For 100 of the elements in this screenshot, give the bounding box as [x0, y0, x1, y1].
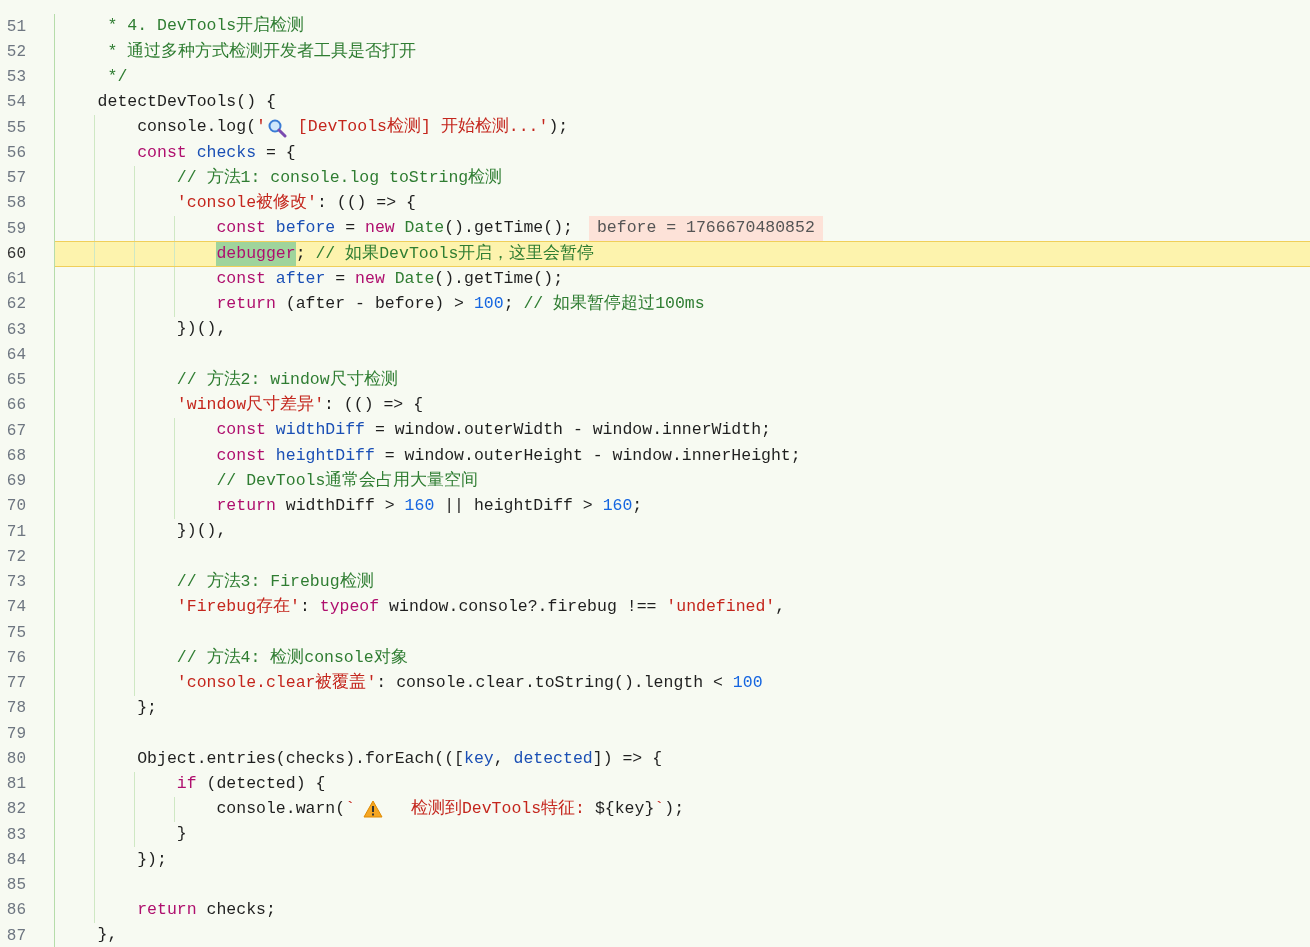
line-number: 74 — [5, 597, 26, 619]
line-number: 82 — [5, 799, 26, 821]
line-number: 87 — [5, 925, 26, 947]
code-text: (after - before) > — [284, 293, 465, 315]
code-text: ; — [295, 242, 307, 265]
line-number: 63 — [5, 319, 26, 341]
variable-text: after — [275, 267, 326, 290]
line-number: 69 — [5, 471, 26, 493]
code-text: })(), — [176, 520, 227, 543]
line-number: 53 — [5, 67, 26, 89]
number-text: 100 — [473, 293, 504, 315]
code-text: })(), — [176, 318, 227, 341]
highlighted-keyword: debugger — [216, 241, 296, 267]
code-text: ]) => { — [592, 747, 663, 770]
code-text: ; — [503, 293, 515, 315]
keyword-text: const — [216, 419, 267, 442]
string-text: 'window尺寸差异' — [176, 394, 325, 416]
code-text: }, — [97, 924, 118, 947]
keyword-text: const — [216, 217, 267, 240]
line-number: 83 — [5, 824, 26, 846]
line-number: 54 — [5, 92, 26, 114]
number-text: 160 — [404, 495, 435, 517]
line-number: 67 — [5, 420, 26, 442]
comment-text: * 通过多种方式检测开发者工具是否打开 — [107, 40, 417, 63]
line-number: 55 — [5, 117, 26, 139]
string-text: 'Firebug存在' — [176, 596, 300, 618]
line-number: 58 — [5, 193, 26, 215]
code-text: }); — [137, 848, 167, 871]
code-text: ; — [632, 495, 643, 517]
code-text: ().getTime(); — [434, 267, 564, 290]
keyword-text: const — [216, 444, 267, 467]
type-text: Date — [394, 267, 435, 290]
comment-text: // 方法2: window尺寸检测 — [176, 368, 398, 391]
line-number: 75 — [5, 622, 26, 644]
line-number: 76 — [5, 647, 26, 669]
string-text: [DevTools检测] 开始检测...' — [296, 116, 549, 139]
code-text: (detected) { — [205, 772, 326, 795]
code-text: : (() => { — [316, 192, 416, 214]
keyword-text: return — [137, 899, 197, 921]
keyword-text: typeof — [319, 596, 380, 618]
comment-text: * 4. DevTools开启检测 — [107, 14, 305, 38]
line-number: 73 — [5, 572, 26, 594]
line-number: 85 — [5, 875, 26, 897]
string-text: 检测到DevTools特征: — [409, 798, 586, 820]
keyword-text: new — [365, 217, 396, 240]
code-text: , — [493, 747, 505, 770]
variable-text: widthDiff — [275, 419, 365, 442]
keyword-text: new — [355, 267, 386, 290]
code-text: window.console?.firebug !== — [388, 596, 658, 618]
variable-text: detected — [513, 747, 593, 770]
comment-text: */ — [107, 65, 128, 88]
inline-value-hint: before = 1766670480852 — [588, 216, 823, 241]
code-text: console.log( — [137, 116, 257, 139]
line-number: 64 — [5, 344, 26, 366]
line-number: 66 — [5, 395, 26, 417]
keyword-text: const — [137, 141, 188, 164]
variable-text: heightDiff — [275, 444, 375, 467]
line-number: 79 — [5, 723, 26, 745]
code-text: = window.outerHeight - window.innerHeight; — [383, 444, 801, 467]
keyword-text: if — [176, 772, 197, 795]
line-number: 60 — [5, 243, 26, 265]
number-text: 160 — [602, 495, 633, 517]
variable-text: checks — [196, 141, 257, 164]
code-text: checks; — [205, 899, 276, 921]
code-text: ); — [664, 798, 685, 820]
string-text: 'undefined' — [666, 596, 776, 618]
line-number: 51 — [5, 16, 26, 38]
line-number: 81 — [5, 774, 26, 796]
comment-text: // 如果DevTools开启，这里会暂停 — [315, 242, 595, 265]
line-number: 71 — [5, 521, 26, 543]
code-text: : — [299, 596, 311, 618]
code-text: widthDiff > — [284, 495, 396, 517]
comment-text: // 如果暂停超过100ms — [523, 293, 705, 315]
number-text: 100 — [732, 671, 763, 694]
code-text: : (() => { — [324, 394, 424, 416]
line-number: 56 — [5, 142, 26, 164]
line-number: 65 — [5, 370, 26, 392]
code-text: console.warn( — [216, 798, 346, 820]
magnifier-icon — [266, 117, 287, 138]
line-number: 59 — [5, 218, 26, 240]
string-text: 'console.clear被覆盖' — [176, 671, 377, 694]
comment-text: // 方法3: Firebug检测 — [176, 570, 374, 593]
comment-text: // DevTools通常会占用大量空间 — [216, 469, 479, 492]
line-number: 68 — [5, 445, 26, 467]
code-text: } — [176, 823, 187, 846]
code-text: ().getTime(); — [444, 217, 573, 240]
code-text: = window.outerWidth - window.innerWidth; — [373, 419, 771, 442]
code-text: }; — [137, 697, 158, 719]
line-number: 80 — [5, 748, 26, 770]
line-number: 72 — [5, 546, 26, 568]
code-text: , — [775, 596, 786, 618]
code-text: ${key} — [594, 798, 655, 820]
line-number: 61 — [5, 269, 26, 291]
line-number: 70 — [5, 496, 26, 518]
code-text: = — [334, 267, 347, 290]
code-text: Object.entries(checks).forEach(([ — [137, 747, 464, 770]
line-number: 52 — [5, 41, 26, 63]
string-text: ' — [256, 116, 266, 139]
string-text: ` — [345, 798, 356, 820]
line-number: 57 — [5, 168, 26, 190]
